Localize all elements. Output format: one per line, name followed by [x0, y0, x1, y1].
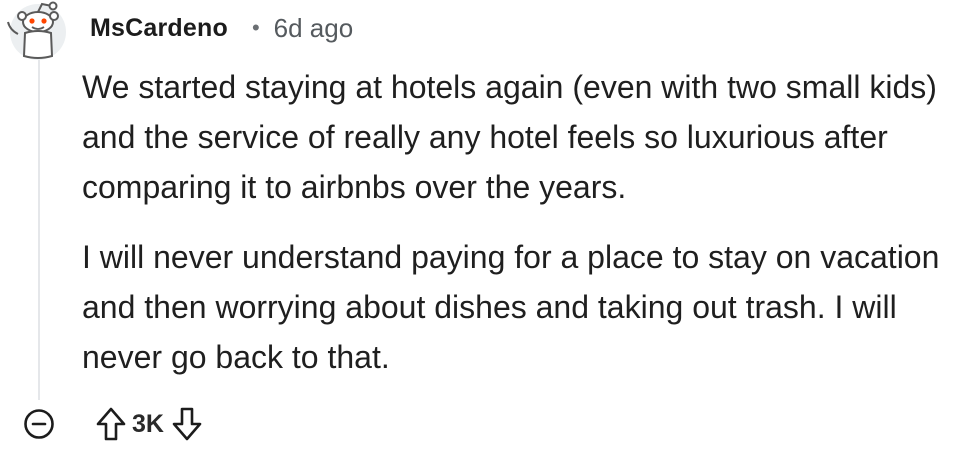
username[interactable]: MsCardeno — [90, 14, 228, 43]
reddit-snoo-avatar-icon — [7, 1, 66, 60]
avatar[interactable] — [4, 0, 72, 60]
arrow-up-icon — [96, 407, 126, 441]
comment-body: We started staying at hotels again (even… — [82, 62, 954, 382]
timestamp[interactable]: 6d ago — [274, 13, 354, 44]
downvote-button[interactable] — [170, 405, 204, 443]
minus-circle-icon — [24, 409, 54, 439]
upvote-button[interactable] — [94, 405, 128, 443]
comment-paragraph: We started staying at hotels again (even… — [82, 69, 937, 205]
thread-line[interactable] — [38, 60, 40, 400]
comment-actions: 3K — [22, 402, 204, 446]
arrow-down-icon — [172, 407, 202, 441]
comment-paragraph: I will never understand paying for a pla… — [82, 239, 940, 375]
vote-count: 3K — [132, 409, 164, 438]
meta-separator: • — [251, 15, 260, 40]
collapse-button[interactable] — [22, 407, 56, 441]
comment-header: MsCardeno • 6d ago — [90, 8, 353, 48]
